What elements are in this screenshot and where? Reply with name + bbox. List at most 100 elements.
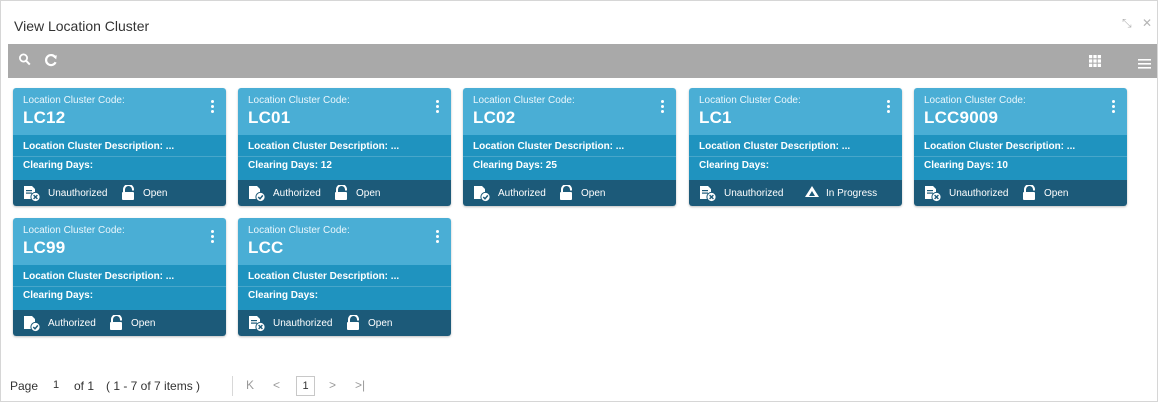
card-footer: Unauthorized In Progress	[689, 180, 902, 206]
page-count: of 1	[74, 379, 95, 393]
card-body: Location Cluster Description: ... Cleari…	[914, 135, 1127, 180]
next-page-icon[interactable]: >	[329, 378, 336, 392]
cluster-code: LC1	[699, 108, 732, 127]
code-label: Location Cluster Code:	[248, 225, 350, 236]
divider	[463, 156, 676, 157]
code-label: Location Cluster Code:	[924, 95, 1026, 106]
cluster-code: LC01	[248, 108, 291, 127]
authorization-status-label: Unauthorized	[273, 318, 333, 329]
clearing-days: Clearing Days: 25	[473, 160, 557, 171]
authorization-status-label: Authorized	[48, 318, 96, 329]
cluster-code: LC02	[473, 108, 516, 127]
cluster-description: Location Cluster Description: ...	[248, 271, 400, 282]
authorization-status-label: Authorized	[498, 188, 546, 199]
page-input[interactable]: 1	[45, 376, 67, 394]
more-options-icon[interactable]	[211, 230, 215, 245]
cluster-code: LCC	[248, 238, 284, 257]
card-footer: Unauthorized Open	[914, 180, 1127, 206]
authorization-status-label: Unauthorized	[949, 188, 1009, 199]
card-body: Location Cluster Description: ... Cleari…	[463, 135, 676, 180]
cluster-code: LC99	[23, 238, 66, 257]
cluster-description: Location Cluster Description: ...	[23, 271, 175, 282]
location-cluster-card-lc99[interactable]: Location Cluster Code: LC99 Location Clu…	[13, 218, 226, 336]
last-page-icon[interactable]: >|	[355, 378, 365, 392]
divider	[13, 156, 226, 157]
location-cluster-card-lcc9009[interactable]: Location Cluster Code: LCC9009 Location …	[914, 88, 1127, 206]
record-status-label: Open	[143, 188, 168, 199]
clearing-days: Clearing Days: 12	[248, 160, 332, 171]
cluster-code: LCC9009	[924, 108, 999, 127]
clearing-days: Clearing Days:	[23, 160, 94, 171]
divider	[689, 156, 902, 157]
code-label: Location Cluster Code:	[473, 95, 575, 106]
clearing-days: Clearing Days:	[23, 290, 94, 301]
refresh-icon[interactable]	[43, 52, 59, 73]
more-options-icon[interactable]	[661, 100, 665, 115]
cluster-description: Location Cluster Description: ...	[473, 141, 625, 152]
divider	[914, 156, 1127, 157]
more-options-icon[interactable]	[436, 230, 440, 245]
clearing-days: Clearing Days: 10	[924, 160, 1008, 171]
card-footer: Authorized Open	[463, 180, 676, 206]
card-body: Location Cluster Description: ... Cleari…	[13, 135, 226, 180]
cluster-code: LC12	[23, 108, 66, 127]
authorization-status-label: Authorized	[273, 188, 321, 199]
location-cluster-card-lc12[interactable]: Location Cluster Code: LC12 Location Clu…	[13, 88, 226, 206]
location-cluster-card-lc01[interactable]: Location Cluster Code: LC01 Location Clu…	[238, 88, 451, 206]
first-page-icon[interactable]: K	[246, 378, 254, 392]
clearing-days: Clearing Days:	[248, 290, 319, 301]
card-header: Location Cluster Code: LC1	[689, 88, 902, 135]
window-title: View Location Cluster	[14, 18, 150, 34]
toolbar	[8, 44, 1157, 78]
card-footer: Unauthorized Open	[13, 180, 226, 206]
more-options-icon[interactable]	[211, 100, 215, 115]
card-header: Location Cluster Code: LC02	[463, 88, 676, 135]
card-footer: Unauthorized Open	[238, 310, 451, 336]
card-body: Location Cluster Description: ... Cleari…	[13, 265, 226, 310]
divider	[238, 156, 451, 157]
current-page-button[interactable]: 1	[296, 376, 315, 396]
card-body: Location Cluster Description: ... Cleari…	[689, 135, 902, 180]
prev-page-icon[interactable]: <	[273, 378, 280, 392]
record-status-label: Open	[131, 318, 156, 329]
record-status-label: Open	[356, 188, 381, 199]
record-status-label: Open	[1044, 188, 1069, 199]
record-status-label: Open	[581, 188, 606, 199]
code-label: Location Cluster Code:	[23, 95, 125, 106]
cluster-description: Location Cluster Description: ...	[23, 141, 175, 152]
divider	[238, 286, 451, 287]
minimize-icon[interactable]: ⤡	[1122, 16, 1132, 31]
title-bar: View Location Cluster ⤡ ✕	[1, 1, 1157, 44]
more-options-icon[interactable]	[887, 100, 891, 115]
authorization-status-label: Unauthorized	[724, 188, 784, 199]
divider	[13, 286, 226, 287]
location-cluster-card-lc1[interactable]: Location Cluster Code: LC1 Location Clus…	[689, 88, 902, 206]
cluster-description: Location Cluster Description: ...	[924, 141, 1076, 152]
close-icon[interactable]: ✕	[1142, 16, 1152, 30]
card-header: Location Cluster Code: LC01	[238, 88, 451, 135]
card-body: Location Cluster Description: ... Cleari…	[238, 135, 451, 180]
location-cluster-card-lc02[interactable]: Location Cluster Code: LC02 Location Clu…	[463, 88, 676, 206]
code-label: Location Cluster Code:	[23, 225, 125, 236]
items-summary: ( 1 - 7 of 7 items )	[106, 379, 201, 393]
more-options-icon[interactable]	[436, 100, 440, 115]
code-label: Location Cluster Code:	[699, 95, 801, 106]
card-header: Location Cluster Code: LCC	[238, 218, 451, 265]
view-location-cluster-window: View Location Cluster ⤡ ✕ Location Clust…	[0, 0, 1158, 402]
cluster-description: Location Cluster Description: ...	[248, 141, 400, 152]
location-cluster-card-lcc[interactable]: Location Cluster Code: LCC Location Clus…	[238, 218, 451, 336]
more-options-icon[interactable]	[1112, 100, 1116, 115]
card-header: Location Cluster Code: LC12	[13, 88, 226, 135]
record-status-label: In Progress	[826, 188, 878, 199]
pager-divider	[232, 376, 233, 396]
card-header: Location Cluster Code: LC99	[13, 218, 226, 265]
authorization-status-label: Unauthorized	[48, 188, 108, 199]
grid-view-icon[interactable]	[1089, 54, 1101, 72]
clearing-days: Clearing Days:	[699, 160, 770, 171]
card-footer: Authorized Open	[13, 310, 226, 336]
card-body: Location Cluster Description: ... Cleari…	[238, 265, 451, 310]
list-view-icon[interactable]	[1138, 56, 1151, 74]
search-icon[interactable]	[18, 52, 32, 73]
page-label: Page	[10, 379, 39, 393]
card-header: Location Cluster Code: LCC9009	[914, 88, 1127, 135]
